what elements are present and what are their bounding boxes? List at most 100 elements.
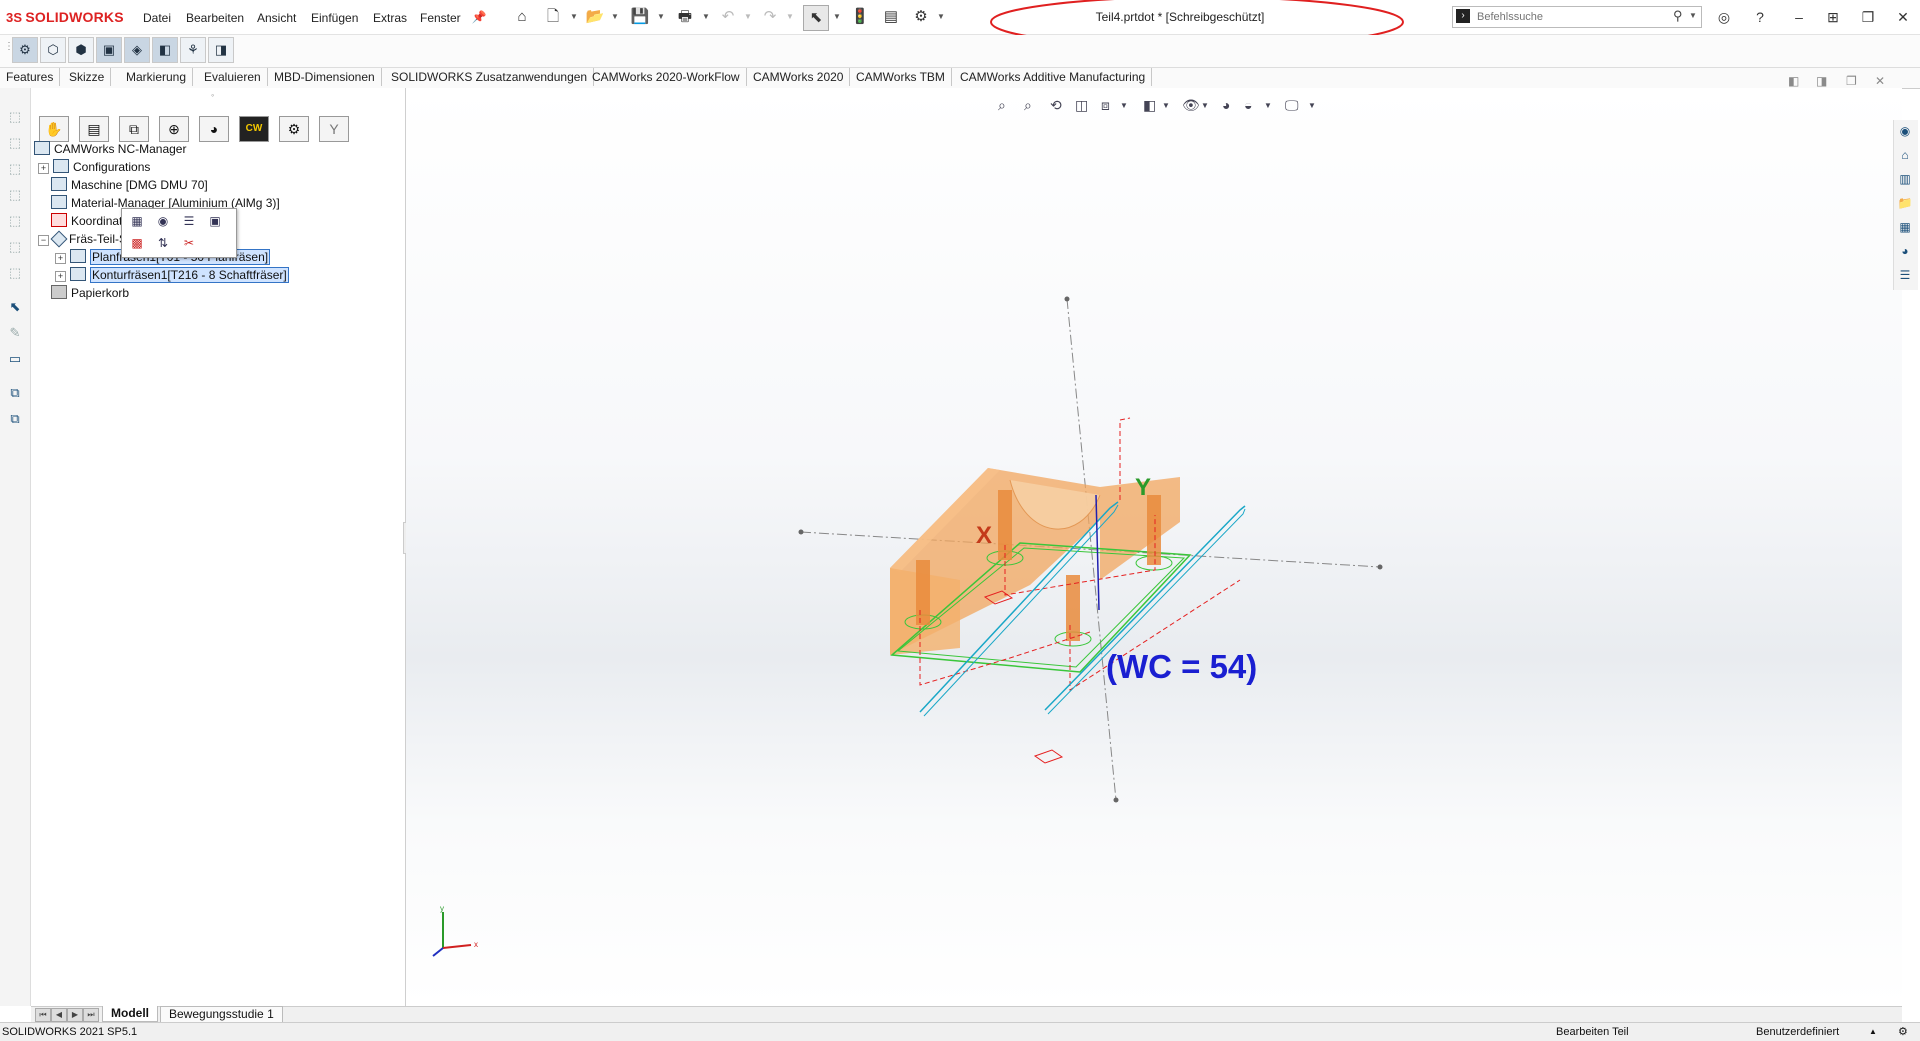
expand-icon[interactable]: +: [55, 253, 66, 264]
viewport-close-icon[interactable]: ✕: [1875, 74, 1885, 88]
tree-item-machine[interactable]: Maschine [DMG DMU 70]: [51, 177, 208, 194]
zoom-to-fit-icon[interactable]: ⌕: [998, 97, 1006, 114]
tab-skizze[interactable]: Skizze: [63, 68, 112, 86]
file-explorer-icon[interactable]: 📁: [1896, 194, 1914, 212]
dimxpert-tab-icon[interactable]: ⊕: [159, 116, 189, 142]
tree-item-contour-mill[interactable]: + Konturfräsen1[T216 - 8 Schaftfräser]: [55, 267, 289, 284]
view-orientation-icon[interactable]: ⧈: [1101, 97, 1110, 114]
paste-tool-icon[interactable]: ⧉: [6, 410, 24, 428]
strip-icon-2[interactable]: ⬚: [6, 134, 24, 152]
tab-features[interactable]: Features: [0, 68, 61, 86]
last-tab-arrow-icon[interactable]: ⏭: [83, 1008, 99, 1022]
menu-ansicht[interactable]: Ansicht: [257, 11, 296, 25]
camworks-cmd-4-icon[interactable]: ▣: [96, 37, 122, 63]
view-settings-icon[interactable]: 🖵: [1285, 97, 1299, 114]
redo-icon[interactable]: ↷: [760, 7, 780, 27]
property-manager-tab-icon[interactable]: ▤: [79, 116, 109, 142]
post-process-icon[interactable]: ☰: [180, 213, 198, 229]
tree-item-configurations[interactable]: + Configurations: [38, 159, 150, 176]
feature-tree-tab-icon[interactable]: ✋: [39, 116, 69, 142]
camworks-tool-tree-tab-icon[interactable]: Y: [319, 116, 349, 142]
restore-icon[interactable]: ❐: [1857, 8, 1879, 26]
tab-evaluieren[interactable]: Evaluieren: [198, 68, 268, 86]
simulate-toolpath-icon[interactable]: ◉: [154, 213, 172, 229]
apply-scene-dropdown-icon[interactable]: ▼: [1264, 101, 1272, 110]
status-units[interactable]: Benutzerdefiniert: [1756, 1023, 1839, 1041]
camworks-cmd-8-icon[interactable]: ◨: [208, 37, 234, 63]
viewport-restore-icon[interactable]: ❐: [1846, 74, 1857, 88]
display-style-dropdown-icon[interactable]: ▼: [1162, 101, 1170, 110]
menu-extras[interactable]: Extras: [373, 11, 407, 25]
camworks-cmd-2-icon[interactable]: ⬡: [40, 37, 66, 63]
minimize-icon[interactable]: –: [1788, 8, 1810, 26]
tree-item-recycle-bin[interactable]: Papierkorb: [51, 285, 129, 302]
tree-root[interactable]: CAMWorks NC-Manager: [34, 141, 186, 158]
tab-camworks-workflow[interactable]: CAMWorks 2020-WorkFlow: [586, 68, 747, 86]
apply-scene-icon[interactable]: ◒: [1244, 97, 1252, 113]
view-orientation-dropdown-icon[interactable]: ▼: [1120, 101, 1128, 110]
select-dropdown-icon[interactable]: ▼: [833, 12, 841, 21]
zoom-to-area-icon[interactable]: ⌕: [1024, 97, 1032, 114]
camworks-cmd-7-icon[interactable]: ⚘: [180, 37, 206, 63]
generate-toolpath-icon[interactable]: ▦: [128, 213, 146, 229]
collapse-icon[interactable]: −: [38, 235, 49, 246]
tab-markierung[interactable]: Markierung: [120, 68, 194, 86]
strip-icon-6[interactable]: ⬚: [6, 238, 24, 256]
hide-show-items-icon[interactable]: 👁: [1182, 97, 1200, 114]
menu-fenster[interactable]: Fenster: [420, 11, 461, 25]
panel-collapse-icon[interactable]: ◦: [211, 90, 214, 100]
viewport-right-icon[interactable]: ◨: [1816, 74, 1827, 88]
tile-windows-icon[interactable]: ⊞: [1822, 8, 1844, 26]
redo-dropdown-icon[interactable]: ▼: [786, 12, 794, 21]
section-view-icon[interactable]: ◫: [1075, 97, 1088, 114]
print-dropdown-icon[interactable]: ▼: [702, 12, 710, 21]
configuration-tab-icon[interactable]: ⧉: [119, 116, 149, 142]
home-icon[interactable]: ⌂: [512, 7, 532, 27]
tab-modell[interactable]: Modell: [102, 1006, 158, 1022]
expand-icon[interactable]: +: [55, 271, 66, 282]
tab-solidworks-zusatzanwendungen[interactable]: SOLIDWORKS Zusatzanwendungen: [385, 68, 595, 86]
copy-tool-icon[interactable]: ⧉: [6, 384, 24, 402]
strip-icon-3[interactable]: ⬚: [6, 160, 24, 178]
design-library-icon[interactable]: ▥: [1896, 170, 1914, 188]
help-icon[interactable]: ⚙: [1898, 1023, 1908, 1041]
sort-operations-icon[interactable]: ⇅: [154, 235, 172, 251]
select-tool-icon[interactable]: ⬉: [6, 298, 24, 316]
prev-tab-arrow-icon[interactable]: ◀: [51, 1008, 67, 1022]
search-input[interactable]: [1477, 9, 1657, 24]
strip-icon-7[interactable]: ⬚: [6, 264, 24, 282]
display-style-icon[interactable]: ◧: [1143, 97, 1156, 114]
tab-camworks-2020[interactable]: CAMWorks 2020: [747, 68, 851, 86]
open-icon[interactable]: 📂: [585, 7, 605, 27]
undo-icon[interactable]: ↶: [718, 7, 738, 27]
custom-properties-icon[interactable]: ☰: [1896, 266, 1914, 284]
new-document-icon[interactable]: 🗋: [543, 7, 563, 27]
menu-datei[interactable]: Datei: [143, 11, 171, 25]
save-icon[interactable]: 💾: [630, 7, 650, 27]
menu-bearbeiten[interactable]: Bearbeiten: [186, 11, 244, 25]
user-account-icon[interactable]: ◎: [1713, 8, 1735, 26]
view-palette-icon[interactable]: ▦: [1896, 218, 1914, 236]
step-through-icon[interactable]: ▣: [206, 213, 224, 229]
part-model[interactable]: X Y (WC = 54): [780, 280, 1400, 820]
tab-camworks-tbm[interactable]: CAMWorks TBM: [850, 68, 952, 86]
previous-view-icon[interactable]: ⟲: [1050, 97, 1062, 114]
home-icon[interactable]: ⌂: [1896, 146, 1914, 164]
first-tab-arrow-icon[interactable]: ⏮: [35, 1008, 51, 1022]
options-gear-icon[interactable]: ⚙: [911, 7, 931, 27]
search-icon[interactable]: ⚲: [1673, 8, 1683, 24]
appearances-icon[interactable]: ◕: [1896, 242, 1914, 260]
rebuild-icon[interactable]: 🚦: [850, 7, 870, 27]
units-dropdown-icon[interactable]: ▲: [1869, 1023, 1877, 1041]
tab-bewegungsstudie[interactable]: Bewegungsstudie 1: [160, 1006, 283, 1023]
solidworks-resources-icon[interactable]: ◉: [1896, 122, 1914, 140]
print-icon[interactable]: 🖶: [675, 7, 695, 27]
edit-appearance-icon[interactable]: ◕: [1222, 97, 1230, 113]
view-settings-dropdown-icon[interactable]: ▼: [1308, 101, 1316, 110]
camworks-cmd-3-icon[interactable]: ⬢: [68, 37, 94, 63]
clear-toolpath-icon[interactable]: ▩: [128, 235, 146, 251]
screen-tool-icon[interactable]: ▭: [6, 350, 24, 368]
camworks-cmd-6-icon[interactable]: ◧: [152, 37, 178, 63]
camworks-cmd-5-icon[interactable]: ◈: [124, 37, 150, 63]
open-dropdown-icon[interactable]: ▼: [611, 12, 619, 21]
